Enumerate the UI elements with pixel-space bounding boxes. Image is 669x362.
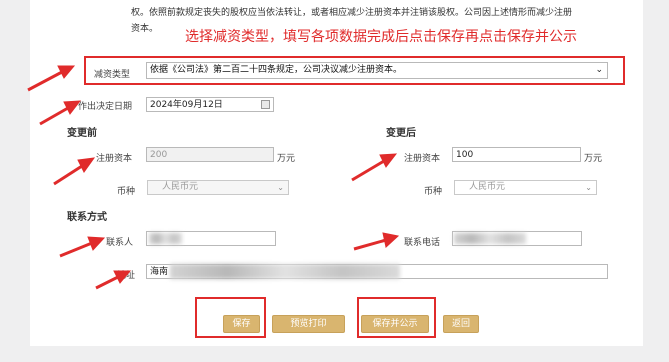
before-currency-value: 人民币元 <box>162 182 199 192</box>
after-capital-unit: 万元 <box>584 154 603 164</box>
after-capital-input[interactable]: 100 <box>452 147 581 162</box>
decision-date-label: 作出决定日期 <box>78 102 133 112</box>
save-button[interactable]: 保存 <box>223 315 260 333</box>
chevron-down-icon: ⌄ <box>595 65 603 75</box>
form-panel <box>30 0 643 346</box>
preview-print-button[interactable]: 预览打印 <box>272 315 345 333</box>
chevron-down-icon: ⌄ <box>585 183 592 192</box>
reduction-type-value: 依据《公司法》第二百二十四条规定，公司决议减少注册资本。 <box>150 65 403 75</box>
decision-date-input[interactable]: 2024年09月12日 <box>146 97 274 112</box>
before-capital-input: 200 <box>146 147 274 162</box>
before-capital-unit: 万元 <box>277 154 296 164</box>
before-capital-label: 注册资本 <box>96 154 133 164</box>
contact-phone-label: 联系电话 <box>404 238 441 248</box>
instruction-annotation: 选择减资类型，填写各项数据完成后点击保存再点击保存并公示 <box>185 29 577 45</box>
after-section-title: 变更后 <box>386 128 416 139</box>
before-section-title: 变更前 <box>67 128 97 139</box>
contact-address-label: 地址 <box>117 271 136 281</box>
after-currency-select[interactable]: 人民币元 ⌄ <box>454 180 597 195</box>
reduction-type-label: 减资类型 <box>94 70 131 80</box>
back-button[interactable]: 返回 <box>443 315 479 333</box>
before-currency-select: 人民币元 ⌄ <box>147 180 289 195</box>
contact-section-title: 联系方式 <box>67 212 107 223</box>
after-capital-label: 注册资本 <box>404 154 441 164</box>
redacted-blur <box>454 233 526 244</box>
intro-text-line1: 权。依照前款规定丧失的股权应当依法转让，或者相应减少注册资本并注销该股权。公司因… <box>131 8 573 18</box>
after-currency-label: 币种 <box>424 187 443 197</box>
after-currency-value: 人民币元 <box>469 182 506 192</box>
calendar-icon[interactable] <box>261 100 270 109</box>
redacted-blur <box>149 233 182 244</box>
decision-date-value: 2024年09月12日 <box>150 100 223 110</box>
redacted-blur <box>170 264 400 279</box>
before-currency-label: 币种 <box>117 187 136 197</box>
reduction-type-select[interactable]: 依据《公司法》第二百二十四条规定，公司决议减少注册资本。 ⌄ <box>146 62 608 79</box>
contact-address-value: 海南 <box>150 267 169 277</box>
save-and-publish-button[interactable]: 保存并公示 <box>361 315 429 333</box>
chevron-down-icon: ⌄ <box>277 183 284 192</box>
intro-text-line2: 资本。 <box>131 24 159 34</box>
contact-person-label: 联系人 <box>106 238 134 248</box>
